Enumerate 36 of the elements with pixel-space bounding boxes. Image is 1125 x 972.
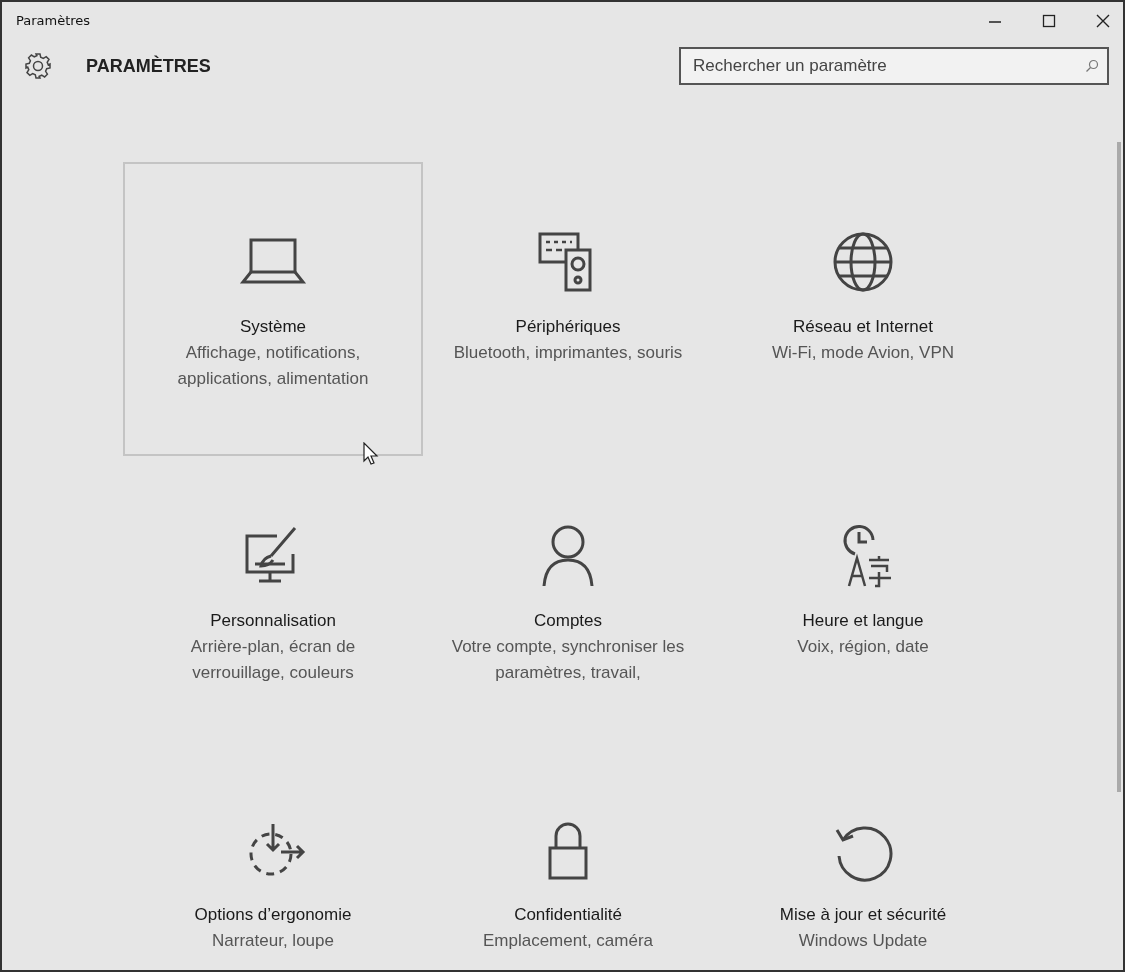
category-description: Voix, région, date [797,636,929,658]
category-title: Personnalisation [210,610,336,632]
settings-category-tile[interactable]: Heure et langue Voix, région, date [713,456,1013,750]
maximize-icon[interactable] [1041,13,1057,29]
category-title: Système [239,316,307,338]
close-icon[interactable] [1095,13,1111,29]
gear-icon [24,52,52,80]
category-title: Réseau et Internet [793,316,933,338]
category-title: Options d’ergonomie [194,904,352,926]
settings-category-tile[interactable]: Options d’ergonomie Narrateur, loupe [123,750,423,970]
settings-category-tile[interactable]: Mise à jour et sécurité Windows Update [713,750,1013,970]
category-title: Heure et langue [802,610,924,632]
window-title: Paramètres [16,12,91,28]
page-title: PARAMÈTRES [86,55,211,77]
search-icon[interactable] [1085,59,1099,73]
settings-category-tile[interactable]: Système Affichage, notifications, applications, alimentation [123,162,423,456]
category-title: Confidentialité [514,904,622,926]
category-description: Narrateur, loupe [212,930,334,952]
category-description: Affichage, notifications, applications, alimentation [176,342,370,390]
category-title: Périphériques [515,316,621,338]
search-field[interactable]: Rechercher un paramètre [679,47,1109,85]
settings-category-tile[interactable]: Personnalisation Arrière-plan, écran de verrouillage, couleurs [123,456,423,750]
settings-category-tile[interactable]: Périphériques Bluetooth, imprimantes, souris [423,162,713,456]
category-description: Bluetooth, imprimantes, souris [453,342,683,364]
settings-category-tile[interactable]: Réseau et Internet Wi-Fi, mode Avion, VPN [713,162,1013,456]
category-description: Windows Update [798,930,928,952]
category-description: Wi-Fi, mode Avion, VPN [772,342,954,364]
settings-category-tile[interactable]: Comptes Votre compte, synchroniser les paramètres, travail, [423,456,713,750]
category-title: Mise à jour et sécurité [779,904,947,926]
category-title: Comptes [534,610,602,632]
settings-category-tile[interactable]: Confidentialité Emplacement, caméra [423,750,713,970]
category-description: Arrière-plan, écran de verrouillage, couleurs [189,636,357,684]
category-description: Emplacement, caméra [482,930,654,952]
mouse-pointer-icon [363,442,379,466]
scrollbar[interactable] [1117,142,1121,792]
category-description: Votre compte, synchroniser les paramètres, travail, [450,636,686,684]
